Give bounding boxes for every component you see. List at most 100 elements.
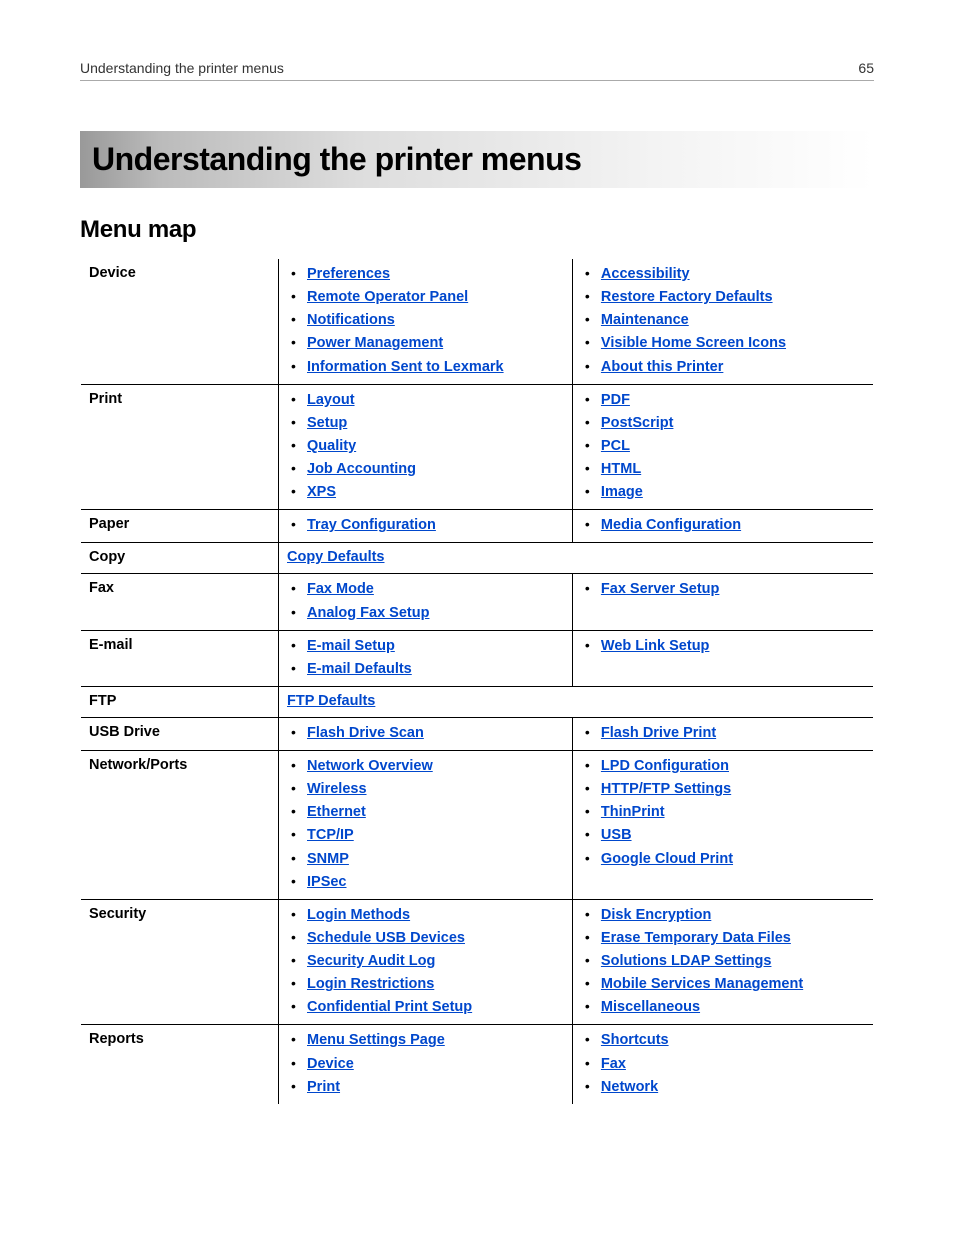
menu-link-job-accounting[interactable]: Job Accounting bbox=[307, 461, 416, 477]
menu-item: •HTML bbox=[581, 460, 865, 478]
menu-item: •About this Printer bbox=[581, 358, 865, 376]
menu-link-notifications[interactable]: Notifications bbox=[307, 312, 395, 328]
menu-item: •Login Restrictions bbox=[287, 975, 564, 993]
menu-item: •Fax Mode bbox=[287, 580, 564, 598]
bullet-icon: • bbox=[291, 604, 296, 622]
menu-link-image[interactable]: Image bbox=[601, 484, 643, 500]
menu-link-information-sent-to-lexmark[interactable]: Information Sent to Lexmark bbox=[307, 359, 504, 375]
items-cell-left: •Network Overview•Wireless•Ethernet•TCP/… bbox=[279, 751, 573, 900]
bullet-icon: • bbox=[291, 311, 296, 329]
menu-link-solutions-ldap-settings[interactable]: Solutions LDAP Settings bbox=[601, 953, 772, 969]
bullet-icon: • bbox=[291, 391, 296, 409]
menu-link-schedule-usb-devices[interactable]: Schedule USB Devices bbox=[307, 930, 465, 946]
menu-link-copy-defaults[interactable]: Copy Defaults bbox=[287, 549, 385, 565]
menu-link-restore-factory-defaults[interactable]: Restore Factory Defaults bbox=[601, 289, 773, 305]
menu-link-fax-mode[interactable]: Fax Mode bbox=[307, 581, 374, 597]
menu-link-e-mail-defaults[interactable]: E-mail Defaults bbox=[307, 661, 412, 677]
menu-link-ipsec[interactable]: IPSec bbox=[307, 874, 347, 890]
menu-item: •Preferences bbox=[287, 265, 564, 283]
menu-link-accessibility[interactable]: Accessibility bbox=[601, 266, 690, 282]
table-row: Paper•Tray Configuration•Media Configura… bbox=[81, 510, 874, 543]
menu-link-analog-fax-setup[interactable]: Analog Fax Setup bbox=[307, 605, 429, 621]
bullet-icon: • bbox=[585, 952, 590, 970]
menu-link-pcl[interactable]: PCL bbox=[601, 438, 630, 454]
menu-link-usb[interactable]: USB bbox=[601, 827, 632, 843]
bullet-icon: • bbox=[585, 724, 590, 742]
menu-link-web-link-setup[interactable]: Web Link Setup bbox=[601, 638, 710, 654]
menu-item: •Media Configuration bbox=[581, 516, 865, 534]
bullet-icon: • bbox=[585, 483, 590, 501]
menu-item: • Quality bbox=[287, 437, 564, 455]
bullet-icon: • bbox=[291, 483, 296, 501]
items-cell-left: •Preferences•Remote Operator Panel•Notif… bbox=[279, 259, 573, 385]
menu-item: • Web Link Setup bbox=[581, 637, 865, 655]
menu-link-ftp-defaults[interactable]: FTP Defaults bbox=[287, 693, 375, 709]
menu-link-xps[interactable]: XPS bbox=[307, 484, 336, 500]
items-cell-right: • Disk Encryption • Erase Temporary Data Fi… bbox=[572, 899, 873, 1025]
menu-item: •Login Methods bbox=[287, 906, 564, 924]
menu-link-postscript[interactable]: PostScript bbox=[601, 415, 674, 431]
menu-link-html[interactable]: HTML bbox=[601, 461, 641, 477]
table-row: Security•Login Methods•Schedule USB Devi… bbox=[81, 899, 874, 1025]
menu-link-snmp[interactable]: SNMP bbox=[307, 851, 349, 867]
bullet-icon: • bbox=[585, 1055, 590, 1073]
menu-item: •Menu Settings Page bbox=[287, 1031, 564, 1049]
menu-link-fax[interactable]: Fax bbox=[601, 1056, 626, 1072]
menu-link-power-management[interactable]: Power Management bbox=[307, 335, 443, 351]
menu-link-miscellaneous[interactable]: Miscellaneous bbox=[601, 999, 700, 1015]
menu-link-device[interactable]: Device bbox=[307, 1056, 354, 1072]
menu-link-pdf[interactable]: PDF bbox=[601, 392, 630, 408]
menu-item: • Image bbox=[581, 483, 865, 501]
menu-link-network[interactable]: Network bbox=[601, 1079, 658, 1095]
category-cell-print: Print bbox=[81, 384, 279, 510]
menu-link-network-overview[interactable]: Network Overview bbox=[307, 758, 433, 774]
menu-link-mobile-services-management[interactable]: Mobile Services Management bbox=[601, 976, 803, 992]
menu-link-visible-home-screen-icons[interactable]: Visible Home Screen Icons bbox=[601, 335, 786, 351]
menu-link-e-mail-setup[interactable]: E-mail Setup bbox=[307, 638, 395, 654]
menu-link-security-audit-log[interactable]: Security Audit Log bbox=[307, 953, 435, 969]
menu-link-tcp-ip[interactable]: TCP/IP bbox=[307, 827, 354, 843]
menu-link-fax-server-setup[interactable]: Fax Server Setup bbox=[601, 581, 719, 597]
menu-link-login-restrictions[interactable]: Login Restrictions bbox=[307, 976, 434, 992]
menu-link-confidential-print-setup[interactable]: Confidential Print Setup bbox=[307, 999, 472, 1015]
menu-link-disk-encryption[interactable]: Disk Encryption bbox=[601, 907, 711, 923]
menu-link-wireless[interactable]: Wireless bbox=[307, 781, 367, 797]
menu-item: •SNMP bbox=[287, 850, 564, 868]
menu-link-media-configuration[interactable]: Media Configuration bbox=[601, 517, 741, 533]
menu-item: • Fax bbox=[581, 1055, 865, 1073]
menu-link-flash-drive-print[interactable]: Flash Drive Print bbox=[601, 725, 716, 741]
bullet-icon: • bbox=[291, 437, 296, 455]
bullet-icon: • bbox=[585, 637, 590, 655]
bullet-icon: • bbox=[585, 998, 590, 1016]
menu-link-print[interactable]: Print bbox=[307, 1079, 340, 1095]
menu-link-flash-drive-scan[interactable]: Flash Drive Scan bbox=[307, 725, 424, 741]
bullet-icon: • bbox=[585, 580, 590, 598]
bullet-icon: • bbox=[291, 929, 296, 947]
menu-link-remote-operator-panel[interactable]: Remote Operator Panel bbox=[307, 289, 468, 305]
menu-item: •Google Cloud Print bbox=[581, 850, 865, 868]
menu-link-http-ftp-settings[interactable]: HTTP/FTP Settings bbox=[601, 781, 731, 797]
category-cell-ftp: FTP bbox=[81, 686, 279, 717]
menu-link-maintenance[interactable]: Maintenance bbox=[601, 312, 689, 328]
menu-link-shortcuts[interactable]: Shortcuts bbox=[601, 1032, 669, 1048]
bullet-icon: • bbox=[585, 414, 590, 432]
menu-link-preferences[interactable]: Preferences bbox=[307, 266, 390, 282]
menu-link-google-cloud-print[interactable]: Google Cloud Print bbox=[601, 851, 733, 867]
menu-link-erase-temporary-data-files[interactable]: Erase Temporary Data Files bbox=[601, 930, 791, 946]
menu-link-lpd-configuration[interactable]: LPD Configuration bbox=[601, 758, 729, 774]
menu-item: •Device bbox=[287, 1055, 564, 1073]
bullet-icon: • bbox=[291, 803, 296, 821]
menu-link-login-methods[interactable]: Login Methods bbox=[307, 907, 410, 923]
menu-item: •Wireless bbox=[287, 780, 564, 798]
menu-link-about-this-printer[interactable]: About this Printer bbox=[601, 359, 723, 375]
menu-link-setup[interactable]: Setup bbox=[307, 415, 347, 431]
items-cell-left: •Layout•Setup•Quality•Job Accounting•XPS bbox=[279, 384, 573, 510]
menu-link-quality[interactable]: Quality bbox=[307, 438, 356, 454]
menu-link-menu-settings-page[interactable]: Menu Settings Page bbox=[307, 1032, 445, 1048]
menu-link-ethernet[interactable]: Ethernet bbox=[307, 804, 366, 820]
menu-link-tray-configuration[interactable]: Tray Configuration bbox=[307, 517, 436, 533]
menu-link-thinprint[interactable]: ThinPrint bbox=[601, 804, 665, 820]
bullet-icon: • bbox=[291, 414, 296, 432]
category-cell-paper: Paper bbox=[81, 510, 279, 543]
menu-link-layout[interactable]: Layout bbox=[307, 392, 355, 408]
